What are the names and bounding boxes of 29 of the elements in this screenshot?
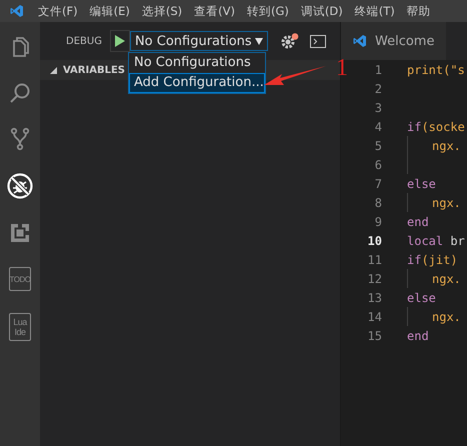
line-number: 8 [374,196,382,210]
code-text: end [407,328,429,342]
code-text: ngx. [432,310,461,324]
code-text: ngx. [432,272,461,286]
code-text: if(socke [407,120,465,134]
line-number: 10 [368,234,382,248]
line-number: 11 [368,252,382,266]
line-number: 1 [374,62,382,76]
section-title: VARIABLES [63,64,125,76]
line-number: 3 [374,100,382,114]
line-number: 5 [374,138,382,152]
code-text: print("s [407,62,465,76]
line-number: 12 [368,272,382,286]
code-text: local br [407,234,465,248]
code-text: if(jit) [407,252,458,266]
code-text: end [407,214,429,228]
line-number: 4 [374,120,382,134]
code-text: ngx. [432,196,461,210]
debug-label: DEBUG [66,36,102,46]
line-number: 15 [368,328,382,342]
line-number: 7 [374,176,382,190]
code-text: else [407,290,436,304]
line-number: 14 [368,310,382,324]
line-number: 9 [374,214,382,228]
code-text: else [407,176,436,190]
line-number: 6 [374,158,382,172]
code-text: ngx. [432,138,461,152]
line-number: 13 [368,290,382,304]
line-number: 2 [374,82,382,96]
